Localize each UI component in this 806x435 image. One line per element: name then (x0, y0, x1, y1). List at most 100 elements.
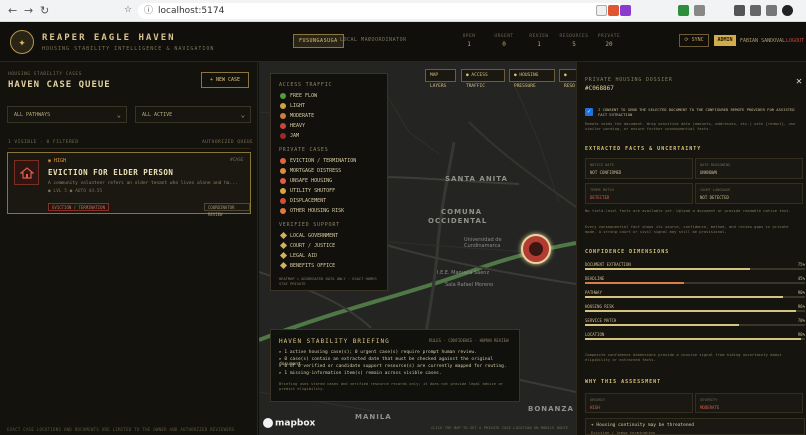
legend-verified-title: VERIFIED SUPPORT (279, 222, 340, 228)
confidence-percent: 98% (797, 332, 805, 337)
traffic-dot (280, 123, 286, 129)
chevron-down-icon: ⌄ (240, 111, 245, 119)
house-marker-icon (529, 242, 543, 256)
house-warning-icon (14, 160, 39, 185)
extensions-icon[interactable] (694, 5, 705, 16)
authorized-queue: AUTHORIZED QUEUE (202, 140, 254, 145)
reason-subtitle: Eviction / lease termination (591, 430, 656, 435)
traffic-dot (280, 133, 286, 139)
stability-briefing: HAVEN STABILITY BRIEFING RULES · CONFIDE… (270, 329, 520, 402)
housing-pressure-toggle[interactable]: ● HOUSING PRESSURE (509, 69, 555, 89)
confidence-title: CONFIDENCE DIMENSIONS (585, 249, 670, 255)
stat-resources: RESOURCES 5 (559, 34, 589, 48)
back-icon[interactable]: ← (8, 4, 17, 17)
app-tagline: HOUSING STABILITY INTELLIGENCE & NAVIGAT… (42, 46, 215, 52)
access-traffic-toggle[interactable]: ● ACCESS TRAFFIC (461, 69, 505, 89)
stat-urgent: URGENT 0 (494, 34, 514, 48)
site-info-icon: ⓘ (144, 6, 154, 16)
confidence-fill (585, 282, 684, 284)
resource-diamond-icon (279, 231, 288, 240)
briefing-line: ▸ 1 missing-information item(s) remain a… (279, 371, 442, 376)
divider (8, 148, 250, 149)
confidence-fill (585, 296, 783, 298)
case-dot (280, 198, 286, 204)
confidence-row: DOCUMENT EXTRACTION 75% (585, 262, 805, 274)
case-location-pin[interactable] (521, 234, 551, 264)
queue-title: HAVEN CASE QUEUE (8, 80, 111, 90)
stat-private: PRIVATE 20 (597, 34, 621, 48)
map-label-school: I.E.E. Manuela Sáenz (437, 270, 490, 276)
confidence-fill (585, 268, 750, 270)
vpn-icon[interactable] (678, 5, 689, 16)
extension-icon[interactable] (620, 5, 631, 16)
fact-terms-match: TERMS MATCH DETECTED (585, 183, 693, 204)
case-queue-panel: HOUSING STABILITY CASES HAVEN CASE QUEUE… (0, 62, 258, 435)
why-urgency: URGENCY HIGH (585, 393, 693, 413)
dossier-label: PRIVATE HOUSING DOSSIER (585, 77, 673, 83)
share-icon[interactable] (596, 5, 607, 16)
extracted-facts-title: EXTRACTED FACTS & UNCERTAINTY (585, 146, 702, 152)
sidebar-icon[interactable] (734, 5, 745, 16)
consent-checkbox[interactable]: ✓ (585, 108, 593, 116)
case-description: A community volunteer refers an older te… (48, 181, 238, 186)
confidence-track (585, 268, 805, 270)
confidence-percent: 90% (797, 290, 805, 295)
resource-toggle[interactable]: ● RESO (559, 69, 576, 89)
map-canvas[interactable]: MAP LAYERS ● ACCESS TRAFFIC ● HOUSING PR… (259, 62, 576, 435)
wallet-icon[interactable] (750, 5, 761, 16)
profile-icon[interactable] (782, 5, 793, 16)
address-bar[interactable]: ⓘ localhost:5174 (138, 3, 626, 19)
nav-fusungasuga[interactable]: FUSUNGASUGA (293, 34, 344, 48)
confidence-label: LOCATION (585, 332, 605, 337)
confidence-percent: 70% (797, 318, 805, 323)
legend-access-title: ACCESS TRAFFIC (279, 82, 333, 88)
resource-diamond-icon (279, 261, 288, 270)
logout-button[interactable]: LOGOUT (786, 38, 804, 44)
legend-footer: HEATMAP = AGGREGATED DATA ONLY · EXACT H… (279, 277, 377, 286)
status-filter[interactable]: ALL ACTIVE ⌄ (135, 106, 251, 123)
map-label-hall: Sala Rafael Moreno (445, 282, 494, 288)
confidence-track (585, 338, 805, 340)
resource-diamond-icon (279, 241, 288, 250)
why-title: WHY THIS ASSESSMENT (585, 379, 662, 385)
reason-title: + Housing continuity may be threatened (591, 423, 694, 428)
brave-icon[interactable] (608, 5, 619, 16)
eagle-logo: ✦ (10, 30, 34, 54)
why-severity: SEVERITY MODERATE (695, 393, 803, 413)
fact-court-language: COURT LANGUAGE NOT DETECTED (695, 183, 803, 204)
nav-coordinator[interactable]: COORDINATOR (368, 37, 407, 43)
chevron-down-icon: ⌄ (116, 111, 121, 119)
case-dot (280, 208, 286, 214)
case-dot (280, 188, 286, 194)
map-legend: ACCESS TRAFFIC FREE FLOW LIGHT MODERATE … (270, 73, 388, 291)
map-label-santa-anita: SANTA ANITA (445, 175, 508, 183)
admin-badge: ADMIN (714, 35, 736, 46)
pathway-filter[interactable]: ALL PATHWAYS ⌄ (7, 106, 127, 123)
forward-icon[interactable]: → (24, 4, 33, 17)
reload-icon[interactable]: ↻ (40, 4, 49, 17)
case-card[interactable]: ◉ HIGH #CASE EVICTION FOR ELDER PERSON A… (7, 152, 251, 217)
map-label-bonanza: BONANZA (528, 405, 574, 413)
url-text: localhost:5174 (158, 6, 225, 16)
dossier-case-id: #C068867 (585, 85, 614, 92)
fact-notice-date: NOTICE DATE NOT CONFIRMED (585, 158, 693, 179)
new-case-button[interactable]: + NEW CASE (201, 72, 249, 88)
browser-chrome: ← → ↻ ☆ ⓘ localhost:5174 (0, 0, 806, 22)
map-layers-button[interactable]: MAP LAYERS (425, 69, 456, 89)
confidence-row: LOCATION 98% (585, 332, 805, 344)
confidence-row: SERVICE MATCH 70% (585, 318, 805, 330)
confidence-label: DOCUMENT EXTRACTION (585, 262, 631, 267)
facts-note-2: Every consequential fact shows its sourc… (585, 224, 789, 234)
star-icon[interactable] (766, 5, 777, 16)
sync-button[interactable]: ⟳ SYNC (679, 34, 709, 47)
map-label-university: Universidad de Cundinamarca (464, 237, 502, 249)
map-bottom-note: CLICK THE MAP TO SET A PRIVATE CASE LOCA… (431, 425, 569, 430)
bookmark-icon[interactable]: ☆ (124, 5, 132, 15)
confidence-row: HOUSING RISK 96% (585, 304, 805, 316)
map-label-manila: MANILA (355, 413, 392, 421)
case-title: EVICTION FOR ELDER PERSON (48, 168, 174, 177)
nav-local-map[interactable]: LOCAL MAP (340, 37, 372, 43)
consent-note: Remote sends the document. Wrap sensitiv… (585, 121, 796, 131)
confidence-track (585, 296, 805, 298)
close-icon[interactable]: ✕ (796, 76, 802, 87)
